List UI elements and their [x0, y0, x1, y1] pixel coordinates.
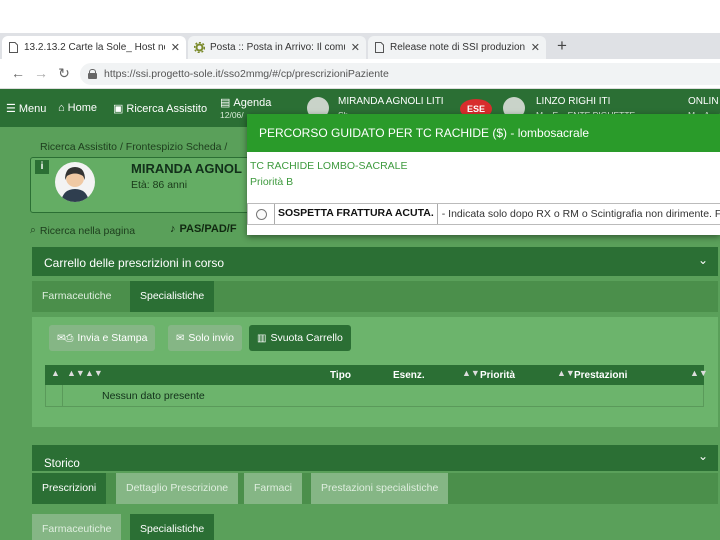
patient-name: MIRANDA AGNOL [131, 161, 242, 176]
empty-message: Nessun dato presente [102, 390, 205, 402]
browser-tab-strip: 13.2.13.2 Carte la Sole_ Host non ✕ Post… [0, 33, 720, 59]
option-radio[interactable] [256, 208, 267, 220]
pas-pad-link[interactable]: ♪ PAS/PAD/F [170, 223, 237, 235]
lock-icon [88, 69, 97, 79]
exam-name: TC RACHIDE LOMBO-SACRALE [250, 160, 408, 172]
gear-icon [194, 42, 205, 54]
guided-path-dialog: PERCORSO GUIDATO PER TC RACHIDE ($) - lo… [247, 114, 720, 235]
stethoscope-icon: ♪ [170, 223, 176, 235]
solo-invio-label: Solo invio [188, 332, 234, 344]
address-bar-row: ← → ↻ https://ssi.progetto-sole.it/sso2m… [0, 59, 720, 89]
patient-photo-icon [55, 162, 95, 202]
sort-icon[interactable]: ▲ [51, 368, 60, 378]
exam-priority: Priorità B [250, 176, 294, 188]
cart-panel-header[interactable]: Carrello delle prescrizioni in corso ⌄ [32, 247, 718, 276]
ricerca-label: Ricerca Assistito [126, 102, 208, 115]
search-label: Ricerca nella pagina [39, 224, 136, 237]
menu-button[interactable]: ☰ Menu [6, 102, 47, 116]
breadcrumb[interactable]: Ricerca Assistito / Frontespizio Scheda … [40, 141, 227, 153]
col-prestazioni[interactable]: Prestazioni [574, 370, 627, 381]
search-icon: ⌕ [30, 224, 36, 236]
close-tab-icon[interactable]: ✕ [531, 41, 540, 54]
online-status: ONLIN [688, 96, 719, 107]
reload-icon[interactable]: ↻ [56, 65, 72, 81]
url-text: https://ssi.progetto-sole.it/sso2mmg/#/c… [104, 68, 389, 80]
dialog-title: PERCORSO GUIDATO PER TC RACHIDE ($) - lo… [247, 114, 720, 152]
history-tabs: Prescrizioni Dettaglio Prescrizione Farm… [32, 473, 718, 504]
calendar-icon: ▤ [220, 97, 231, 109]
hamburger-icon: ☰ [6, 103, 16, 115]
tab-prescrizioni[interactable]: Prescrizioni [32, 473, 107, 504]
users-icon: ▣ [113, 103, 124, 115]
sort-icon[interactable]: ▲▼ [557, 368, 575, 378]
history-title: Storico [44, 458, 80, 470]
close-tab-icon[interactable]: ✕ [351, 41, 360, 54]
chevron-down-icon[interactable]: ⌄ [698, 449, 708, 463]
sort-icon[interactable]: ▲▼ [67, 368, 85, 378]
option-row[interactable]: SOSPETTA FRATTURA ACUTA. - Indicata solo… [247, 203, 720, 225]
agenda-button[interactable]: ▤ Agenda [220, 96, 272, 110]
tab-prestazioni-specialistiche[interactable]: Prestazioni specialistiche [311, 473, 449, 504]
close-tab-icon[interactable]: ✕ [171, 41, 180, 54]
mail-print-icon: ✉⎙ [57, 332, 74, 344]
home-button[interactable]: ⌂ Home [58, 102, 97, 114]
current-patient[interactable]: MIRANDA AGNOLI LITI [338, 96, 444, 107]
cart-title: Carrello delle prescrizioni in corso [44, 256, 225, 270]
home-icon: ⌂ [58, 102, 65, 114]
invia-stampa-label: Invia e Stampa [77, 332, 148, 344]
back-arrow-icon[interactable]: ← [10, 65, 26, 81]
url-input[interactable]: https://ssi.progetto-sole.it/sso2mmg/#/c… [80, 63, 720, 85]
col-esenz[interactable]: Esenz. [393, 370, 425, 381]
history-subtabs: Farmaceutiche Specialistiche [32, 514, 718, 540]
solo-invio-button[interactable]: ✉ Solo invio [168, 325, 242, 351]
col-priorita[interactable]: Priorità [480, 370, 515, 381]
table-row: Nessun dato presente [45, 385, 704, 407]
browser-tab-active[interactable]: 13.2.13.2 Carte la Sole_ Host non ✕ [2, 36, 186, 59]
menu-label: Menu [18, 102, 47, 115]
new-tab-button[interactable]: + [552, 36, 572, 56]
patient-card: i MIRANDA AGNOL Età: 86 anni [30, 157, 260, 213]
tab-label: 13.2.13.2 Carte la Sole_ Host non [24, 42, 165, 53]
svuota-label: Svuota Carrello [270, 332, 343, 344]
option-title: SOSPETTA FRATTURA ACUTA. [274, 204, 438, 224]
sort-icon[interactable]: ▲▼ [462, 368, 480, 378]
option-description: - Indicata solo dopo RX o RM o Scintigra… [441, 208, 720, 220]
cart-body: ✉⎙ Invia e Stampa ✉ Solo invio ▥ Svuota Car… [32, 317, 718, 427]
cart-tabs: Farmaceutiche Specialistiche [32, 281, 718, 312]
page-search[interactable]: ⌕ Ricerca nella pagina [30, 224, 135, 237]
sort-icon[interactable]: ▲▼ [690, 368, 708, 378]
home-label: Home [67, 102, 97, 114]
tab-specialistiche[interactable]: Specialistiche [130, 514, 215, 540]
tab-label: Posta :: Posta in Arrivo: Il comuni [210, 42, 345, 53]
history-panel-header[interactable]: Storico ⌄ [32, 445, 718, 471]
browser-tab-mail[interactable]: Posta :: Posta in Arrivo: Il comuni ✕ [188, 36, 366, 59]
cell-divider [62, 385, 63, 407]
pas-label: PAS/PAD/F [179, 223, 237, 235]
invia-stampa-button[interactable]: ✉⎙ Invia e Stampa [49, 325, 156, 351]
patient-age: Età: 86 anni [131, 179, 188, 191]
col-tipo[interactable]: Tipo [330, 370, 351, 381]
chevron-down-icon[interactable]: ⌄ [698, 253, 708, 267]
tab-label: Release note di SSI produzione [390, 42, 525, 53]
cart-table-header: ▲ ▲▼ ▲▼ Tipo Esenz. ▲▼ Priorità ▲▼ Prest… [45, 365, 708, 385]
tab-specialistiche[interactable]: Specialistiche [130, 281, 215, 312]
agenda-label: Agenda [233, 96, 272, 109]
tab-dettaglio[interactable]: Dettaglio Prescrizione [116, 473, 239, 504]
document-icon [374, 42, 385, 54]
ricerca-assistito-button[interactable]: ▣ Ricerca Assistito [113, 102, 208, 116]
forward-arrow-icon[interactable]: → [33, 65, 49, 81]
tab-farmaceutiche[interactable]: Farmaceutiche [32, 514, 122, 540]
agenda-date: 12/06/ [220, 110, 244, 120]
svuota-carrello-button[interactable]: ▥ Svuota Carrello [249, 325, 351, 351]
doctor-name[interactable]: LINZO RIGHI ITI [536, 96, 610, 107]
tab-farmaci[interactable]: Farmaci [244, 473, 302, 504]
document-icon [8, 42, 19, 54]
mail-icon: ✉ [176, 332, 185, 344]
info-badge[interactable]: i [35, 160, 49, 174]
browser-tab-release[interactable]: Release note di SSI produzione ✕ [368, 36, 546, 59]
tab-farmaceutiche[interactable]: Farmaceutiche [32, 281, 121, 312]
trash-icon: ▥ [257, 332, 267, 344]
sort-icon[interactable]: ▲▼ [85, 368, 103, 378]
